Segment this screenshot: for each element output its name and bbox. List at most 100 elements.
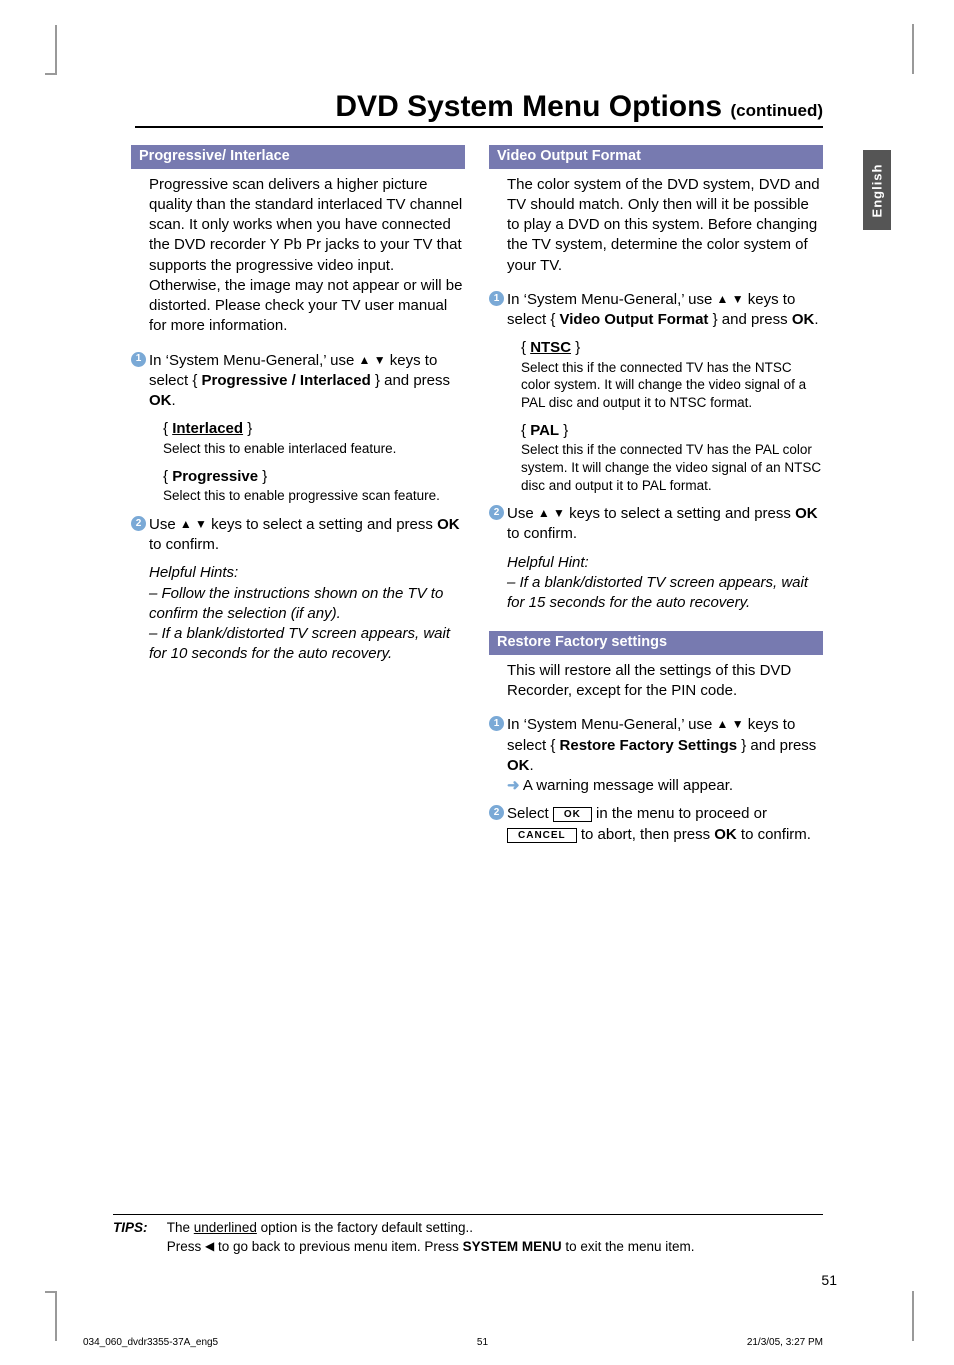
ok-key: OK: [149, 392, 172, 409]
footer-timestamp: 21/3/05, 3:27 PM: [747, 1337, 823, 1348]
option-desc: Select this if the connected TV has the …: [521, 359, 823, 412]
right-column: Video Output Format The color system of …: [493, 145, 823, 853]
option-name: Progressive / Interlaced: [202, 372, 371, 389]
tips-text: The underlined option is the factory def…: [167, 1219, 807, 1257]
text: in the menu to proceed or: [592, 805, 767, 822]
option-label: Progressive: [172, 468, 258, 485]
option-desc: Select this if the connected TV has the …: [521, 441, 823, 494]
page-title-continued: (continued): [730, 101, 823, 120]
step-bullet-1: 1: [489, 291, 504, 306]
section-head-video-output: Video Output Format: [489, 145, 823, 169]
text: option is the factory default setting..: [257, 1220, 473, 1235]
step-bullet-2: 2: [489, 805, 504, 820]
step-bullet-2: 2: [131, 516, 146, 531]
arrow-keys-icon: ▲ ▼: [717, 717, 744, 731]
result-arrow-icon: ➜: [507, 777, 520, 794]
text: to go back to previous menu item. Press: [214, 1239, 462, 1254]
arrow-keys-icon: ▲ ▼: [180, 517, 207, 531]
tips-box: TIPS: The underlined option is the facto…: [113, 1214, 823, 1257]
arrow-keys-icon: ▲ ▼: [359, 353, 386, 367]
option-pal: { PAL } Select this if the connected TV …: [521, 421, 823, 494]
video-output-step-1: 1 In ‘System Menu-General,’ use ▲ ▼ keys…: [507, 290, 823, 331]
progressive-step-2: 2 Use ▲ ▼ keys to select a setting and p…: [149, 515, 465, 556]
video-output-intro: The color system of the DVD system, DVD …: [507, 175, 823, 276]
system-menu-key: SYSTEM MENU: [463, 1239, 562, 1254]
result-text: A warning message will appear.: [520, 777, 733, 794]
left-column: Progressive/ Interlace Progressive scan …: [135, 145, 465, 853]
progressive-step-1: 1 In ‘System Menu-General,’ use ▲ ▼ keys…: [149, 351, 465, 412]
text: .: [172, 392, 176, 409]
text: {: [163, 420, 172, 437]
step-bullet-1: 1: [131, 352, 146, 367]
text: } and press: [737, 737, 816, 754]
progressive-hints: Helpful Hints: – Follow the instructions…: [149, 563, 465, 664]
option-label: NTSC: [530, 339, 571, 356]
arrow-keys-icon: ▲ ▼: [538, 506, 565, 520]
option-label: PAL: [530, 422, 559, 439]
page-title-wrap: DVD System Menu Options (continued): [135, 90, 823, 128]
video-output-step-2: 2 Use ▲ ▼ keys to select a setting and p…: [507, 504, 823, 545]
text: } and press: [371, 372, 450, 389]
restore-intro: This will restore all the settings of th…: [507, 661, 823, 702]
crop-mark-tl: [45, 25, 67, 75]
ok-key: OK: [792, 311, 815, 328]
text: keys to select a setting and press: [207, 516, 437, 533]
text: {: [163, 468, 172, 485]
text: to abort, then press: [577, 826, 715, 843]
print-footer: 034_060_dvdr3355-37A_eng5 51 21/3/05, 3:…: [83, 1337, 823, 1348]
text: to confirm.: [149, 536, 219, 553]
section-head-restore: Restore Factory settings: [489, 631, 823, 655]
text: }: [559, 422, 568, 439]
progressive-intro: Progressive scan delivers a higher pictu…: [149, 175, 465, 337]
text: {: [521, 339, 530, 356]
option-name: Video Output Format: [560, 311, 709, 328]
arrow-keys-icon: ▲ ▼: [717, 292, 744, 306]
restore-step-1: 1 In ‘System Menu-General,’ use ▲ ▼ keys…: [507, 715, 823, 796]
text: Select: [507, 805, 553, 822]
language-tab: English: [863, 150, 891, 230]
cancel-menu-button: CANCEL: [507, 828, 577, 843]
option-desc: Select this to enable progressive scan f…: [163, 487, 465, 505]
text: }: [243, 420, 252, 437]
language-tab-label: English: [870, 163, 885, 217]
option-progressive: { Progressive } Select this to enable pr…: [163, 467, 465, 505]
underlined-word: underlined: [194, 1220, 257, 1235]
ok-key: OK: [795, 505, 818, 522]
crop-mark-br: [902, 1291, 924, 1341]
option-interlaced: { Interlaced } Select this to enable int…: [163, 419, 465, 457]
crop-mark-tr: [902, 24, 924, 74]
text: The: [167, 1220, 194, 1235]
text: {: [521, 422, 530, 439]
tips-label: TIPS:: [113, 1219, 163, 1238]
text: Use: [507, 505, 538, 522]
option-ntsc: { NTSC } Select this if the connected TV…: [521, 338, 823, 411]
step-bullet-2: 2: [489, 505, 504, 520]
section-head-progressive: Progressive/ Interlace: [131, 145, 465, 169]
ok-key: OK: [437, 516, 460, 533]
option-name: Restore Factory Settings: [560, 737, 738, 754]
ok-key: OK: [507, 757, 530, 774]
page-title: DVD System Menu Options (continued): [135, 90, 823, 124]
text: to confirm.: [507, 525, 577, 542]
option-desc: Select this to enable interlaced feature…: [163, 440, 465, 458]
left-arrow-icon: ◀: [205, 1239, 214, 1253]
text: .: [814, 311, 818, 328]
text: In ‘System Menu-General,’ use: [507, 716, 717, 733]
text: keys to select a setting and press: [565, 505, 795, 522]
hint-heading: Helpful Hints:: [149, 563, 465, 583]
page-title-main: DVD System Menu Options: [335, 90, 730, 123]
text: to confirm.: [737, 826, 811, 843]
hint-line: – If a blank/distorted TV screen appears…: [149, 624, 465, 665]
footer-filename: 034_060_dvdr3355-37A_eng5: [83, 1337, 218, 1348]
text: In ‘System Menu-General,’ use: [507, 291, 717, 308]
text: .: [530, 757, 534, 774]
ok-menu-button: OK: [553, 807, 592, 822]
page-number: 51: [821, 1272, 837, 1288]
hint-heading: Helpful Hint:: [507, 553, 823, 573]
crop-mark-bl: [45, 1291, 67, 1341]
hint-line: – If a blank/distorted TV screen appears…: [507, 573, 823, 614]
video-output-hint: Helpful Hint: – If a blank/distorted TV …: [507, 553, 823, 614]
ok-key: OK: [714, 826, 737, 843]
text: to exit the menu item.: [562, 1239, 695, 1254]
text: Press: [167, 1239, 205, 1254]
